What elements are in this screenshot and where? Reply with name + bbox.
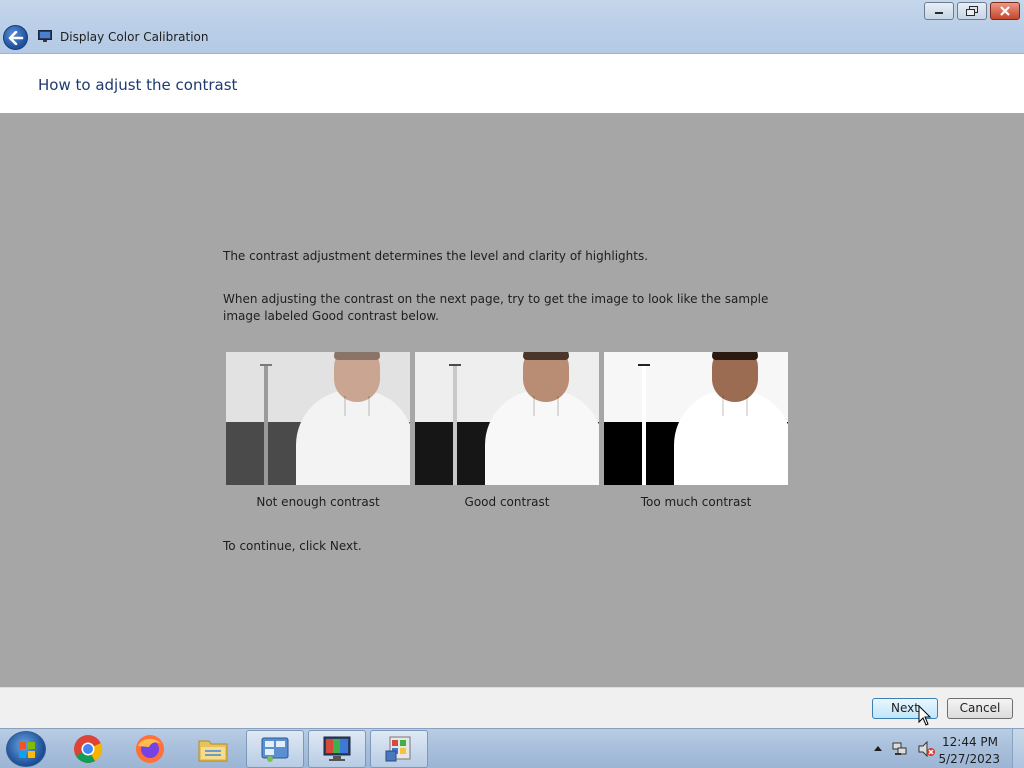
taskbar-firefox[interactable] xyxy=(121,730,179,768)
color-management-icon xyxy=(385,736,411,762)
show-hidden-icons-icon[interactable] xyxy=(874,745,882,751)
page-title: How to adjust the contrast xyxy=(38,76,238,94)
content-area: The contrast adjustment determines the l… xyxy=(0,113,1024,687)
close-icon xyxy=(1000,6,1010,16)
sample-image-high-contrast xyxy=(604,352,788,485)
cancel-button[interactable]: Cancel xyxy=(947,698,1013,719)
windows-logo-icon xyxy=(19,742,35,758)
sample-image-good-contrast xyxy=(415,352,599,485)
control-panel-icon xyxy=(261,737,289,762)
sample-not-enough-contrast: Not enough contrast xyxy=(226,352,410,509)
show-desktop-button[interactable] xyxy=(1012,729,1024,768)
clock-time[interactable]: 12:44 PM xyxy=(942,735,998,749)
taskbar-chrome[interactable] xyxy=(59,730,117,768)
intro-text: The contrast adjustment determines the l… xyxy=(223,249,649,263)
minimize-icon xyxy=(935,12,943,14)
wizard-footer: Next Cancel xyxy=(0,687,1024,728)
title-bar: Display Color Calibration xyxy=(0,0,1024,54)
restore-button[interactable] xyxy=(957,2,987,20)
sample-image-low-contrast xyxy=(226,352,410,485)
sample-caption: Too much contrast xyxy=(640,495,752,509)
sample-caption: Not enough contrast xyxy=(256,495,380,509)
file-explorer-icon xyxy=(198,740,228,762)
chrome-icon xyxy=(74,735,103,763)
start-button[interactable] xyxy=(6,731,46,767)
page-header: How to adjust the contrast xyxy=(0,54,1024,113)
monitor-icon xyxy=(38,30,52,42)
minimize-button[interactable] xyxy=(924,2,954,20)
contrast-samples: Not enough contrast Good contrast Too mu… xyxy=(226,352,788,509)
sample-good-contrast: Good contrast xyxy=(415,352,599,509)
display-calibration-icon xyxy=(323,736,351,761)
network-icon[interactable] xyxy=(892,741,908,757)
sample-caption: Good contrast xyxy=(464,495,550,509)
clock-date[interactable]: 5/27/2023 xyxy=(938,752,1000,766)
taskbar-control-panel[interactable] xyxy=(246,730,304,768)
instruction-text: When adjusting the contrast on the next … xyxy=(223,292,769,323)
system-tray: 12:44 PM 5/27/2023 xyxy=(864,729,1024,768)
taskbar: 12:44 PM 5/27/2023 xyxy=(0,728,1024,768)
mouse-cursor-icon xyxy=(918,705,932,726)
sample-too-much-contrast: Too much contrast xyxy=(604,352,788,509)
close-button[interactable] xyxy=(990,2,1020,20)
restore-icon xyxy=(966,6,978,16)
firefox-icon xyxy=(136,735,164,763)
app-title: Display Color Calibration xyxy=(60,30,209,44)
back-arrow-icon xyxy=(8,30,23,45)
taskbar-explorer[interactable] xyxy=(184,730,242,768)
continue-text: To continue, click Next. xyxy=(223,539,362,553)
taskbar-display-calibration[interactable] xyxy=(308,730,366,768)
back-button[interactable] xyxy=(3,25,28,50)
taskbar-color-management[interactable] xyxy=(370,730,428,768)
window-controls xyxy=(924,2,1020,20)
volume-muted-icon[interactable] xyxy=(918,741,936,757)
